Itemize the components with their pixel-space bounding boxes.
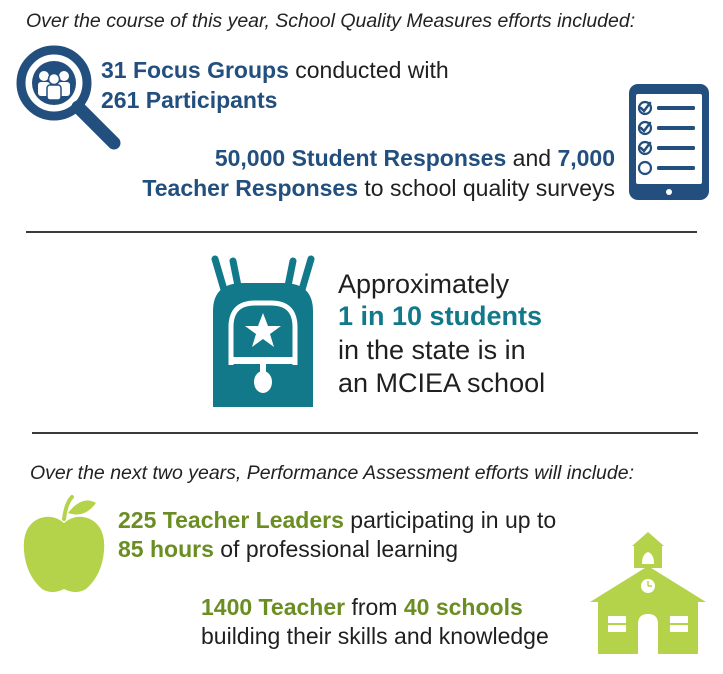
hours-line: 85 hours of professional learning xyxy=(118,535,458,563)
participants-line: 261 Participants xyxy=(101,86,277,114)
teacher-leaders-line: 225 Teacher Leaders participating in up … xyxy=(118,506,556,534)
and-text: and xyxy=(512,145,552,171)
teacher-leaders-value: 225 Teacher Leaders xyxy=(118,507,344,533)
focus-groups-line: 31 Focus Groups conducted with xyxy=(101,56,449,84)
student-responses-value: 50,000 Student Responses xyxy=(214,145,507,171)
hours-value: 85 hours xyxy=(118,536,214,562)
state-text: in the state is in xyxy=(338,335,526,365)
participants-value: 261 Participants xyxy=(101,87,278,113)
teacher-count-value: 7,000 xyxy=(557,145,615,171)
section-1-heading: Over the course of this year, School Qua… xyxy=(26,10,636,32)
apple-icon xyxy=(22,495,106,595)
approximately-text: Approximately xyxy=(338,269,510,299)
teachers-value: 1400 Teacher xyxy=(201,594,346,620)
students-stat: 1 in 10 students xyxy=(338,300,542,333)
focus-groups-text: conducted with xyxy=(295,57,449,83)
teacher-responses-line: Teacher Responses to school quality surv… xyxy=(142,174,615,202)
hours-text: of professional learning xyxy=(220,536,459,562)
focus-groups-value: 31 Focus Groups xyxy=(101,57,289,83)
surveys-text: to school quality surveys xyxy=(364,175,615,201)
schoolhouse-icon xyxy=(588,532,708,656)
divider xyxy=(26,231,697,233)
student-responses-line: 50,000 Student Responses and 7,000 xyxy=(215,144,615,172)
skills-line: building their skills and knowledge xyxy=(201,623,549,649)
mciea-text: an MCIEA school xyxy=(338,368,546,398)
from-text: from xyxy=(351,594,398,620)
divider xyxy=(32,432,698,434)
teacher-leaders-text: participating in up to xyxy=(350,507,557,533)
schools-value: 40 schools xyxy=(403,594,523,620)
students-stat-value: 1 in 10 students xyxy=(338,301,543,331)
teachers-line: 1400 Teacher from 40 schools xyxy=(201,593,523,621)
teacher-responses-value: Teacher Responses xyxy=(142,175,359,201)
tablet-checklist-icon xyxy=(627,82,711,202)
section-3-heading: Over the next two years, Performance Ass… xyxy=(30,462,635,484)
backpack-icon xyxy=(203,255,323,411)
